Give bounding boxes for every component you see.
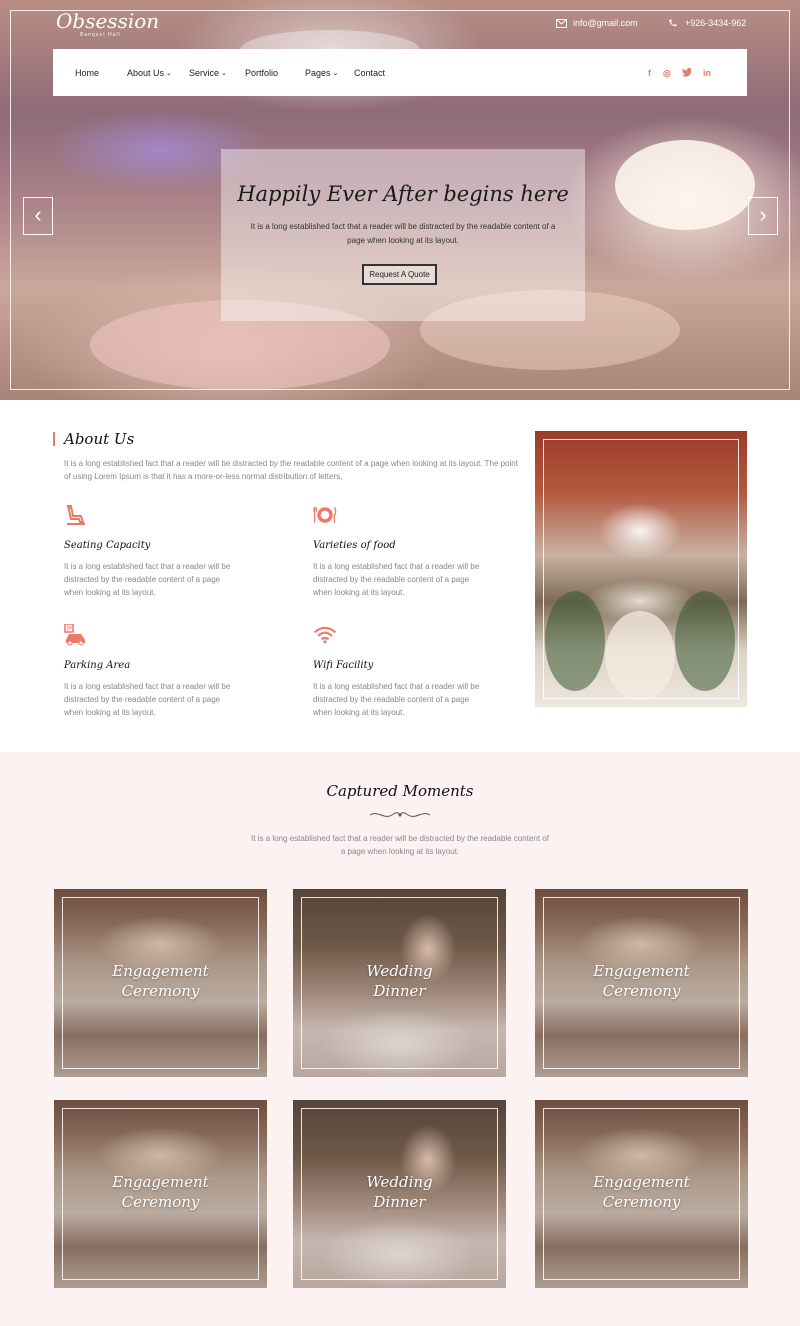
card-label-line2: Dinner	[373, 982, 426, 1000]
ornament-divider-icon	[369, 812, 431, 817]
card-label: Engagement Ceremony	[54, 1172, 267, 1212]
about-title-accent	[53, 432, 55, 446]
chevron-down-icon: ⌄	[221, 70, 227, 77]
about-section: About Us It is a long established fact t…	[0, 400, 800, 752]
slider-prev-button[interactable]: ‹	[23, 197, 53, 235]
card-label: Wedding Dinner	[293, 961, 506, 1001]
feature-food: Varieties of food It is a long establish…	[312, 504, 493, 597]
logo[interactable]: Obsession Banquet Hall	[56, 10, 159, 38]
hero-text: It is a long established fact that a rea…	[250, 222, 556, 245]
logo-text: Obsession	[56, 9, 160, 33]
gallery-card[interactable]: Wedding Dinner	[293, 889, 506, 1077]
gallery-card[interactable]: Engagement Ceremony	[54, 889, 267, 1077]
wifi-icon	[313, 626, 337, 644]
nav-contact-label: Contact	[354, 68, 386, 78]
feature-text: It is a long established fact that a rea…	[313, 562, 480, 597]
nav-home-label: Home	[75, 68, 100, 78]
feature-title: Parking Area	[64, 660, 131, 671]
nav-portfolio-label: Portfolio	[245, 68, 279, 78]
twitter-glyph	[682, 68, 692, 77]
feature-title: Wifi Facility	[313, 660, 374, 671]
chevron-down-icon: ⌄	[332, 70, 339, 77]
nav-portfolio[interactable]: Portfolio	[245, 68, 278, 78]
hero-title: Happily Ever After begins here	[237, 182, 569, 206]
slider-next-button[interactable]: ›	[748, 197, 778, 235]
phone-text: +926-3434-962	[685, 18, 747, 28]
feature-title: Varieties of food	[313, 540, 396, 551]
card-label: Engagement Ceremony	[535, 1172, 748, 1212]
card-label: Wedding Dinner	[293, 1172, 506, 1212]
card-label-line1: Engagement	[593, 1173, 690, 1191]
gallery-section: Captured Moments It is a long establishe…	[0, 752, 800, 1326]
about-text: It is a long established fact that a rea…	[64, 459, 518, 481]
twitter-icon[interactable]	[682, 68, 692, 79]
instagram-icon[interactable]: ◎	[663, 68, 671, 79]
card-label-line2: Ceremony	[602, 1193, 681, 1211]
linkedin-icon[interactable]: in	[703, 68, 711, 78]
card-label: Engagement Ceremony	[535, 961, 748, 1001]
nav-service[interactable]: Service ⌄	[189, 68, 227, 78]
feature-text: It is a long established fact that a rea…	[64, 682, 231, 717]
gallery-card[interactable]: Engagement Ceremony	[54, 1100, 267, 1288]
plate-icon	[312, 506, 337, 523]
gallery-title: Captured Moments	[326, 782, 474, 800]
hero-caption-box: Happily Ever After begins here It is a l…	[221, 149, 585, 321]
main-nav: Home About Us ⌄ Service ⌄ Portfolio Pages ⌄…	[53, 49, 747, 96]
nav-pages[interactable]: Pages ⌄	[305, 68, 338, 78]
svg-text:P: P	[67, 626, 72, 633]
feature-seating: Seating Capacity It is a long establishe…	[64, 504, 244, 597]
about-image-frame	[543, 439, 739, 699]
envelope-icon	[556, 18, 567, 28]
chevron-right-icon: ›	[759, 202, 767, 227]
card-label-line2: Ceremony	[121, 982, 200, 1000]
phone-icon	[669, 18, 677, 26]
nav-home[interactable]: Home	[75, 68, 99, 78]
gallery-card[interactable]: Engagement Ceremony	[535, 889, 748, 1077]
card-label-line2: Ceremony	[602, 982, 681, 1000]
feature-wifi: Wifi Facility It is a long established f…	[313, 624, 493, 717]
header-phone[interactable]: +926-3434-962	[668, 18, 746, 28]
nav-about[interactable]: About Us ⌄	[127, 68, 172, 78]
chevron-left-icon: ‹	[34, 202, 42, 227]
card-label-line2: Ceremony	[121, 1193, 200, 1211]
seat-icon	[66, 505, 85, 525]
gallery-card[interactable]: Engagement Ceremony	[535, 1100, 748, 1288]
feature-parking: P Parking Area It is a long established …	[64, 623, 244, 717]
logo-subtext: Banquet Hall	[80, 32, 121, 38]
card-label: Engagement Ceremony	[54, 961, 267, 1001]
card-label-line1: Wedding	[366, 1173, 433, 1191]
nav-contact[interactable]: Contact	[354, 68, 385, 78]
card-label-line1: Engagement	[593, 962, 690, 980]
card-label-line1: Wedding	[366, 962, 433, 980]
nav-about-label: About Us	[127, 68, 165, 78]
hero-section: Obsession Banquet Hall info@gmail.com +9…	[0, 0, 800, 400]
feature-text: It is a long established fact that a rea…	[64, 562, 231, 597]
email-text: info@gmail.com	[573, 18, 638, 28]
car-icon: P	[64, 623, 85, 646]
facebook-icon[interactable]: f	[648, 68, 651, 78]
feature-text: It is a long established fact that a rea…	[313, 682, 480, 717]
header-email[interactable]: info@gmail.com	[556, 18, 638, 28]
feature-title: Seating Capacity	[64, 540, 151, 551]
about-image	[535, 431, 747, 707]
card-label-line2: Dinner	[373, 1193, 426, 1211]
gallery-text: It is a long established fact that a rea…	[251, 834, 549, 856]
card-label-line1: Engagement	[112, 1173, 209, 1191]
card-label-line1: Engagement	[112, 962, 209, 980]
about-title: About Us	[64, 430, 135, 448]
nav-pages-label: Pages	[305, 68, 331, 78]
nav-service-label: Service	[189, 68, 220, 78]
request-quote-button[interactable]: Request A Quote	[362, 264, 437, 285]
gallery-card[interactable]: Wedding Dinner	[293, 1100, 506, 1288]
chevron-down-icon: ⌄	[166, 70, 172, 77]
